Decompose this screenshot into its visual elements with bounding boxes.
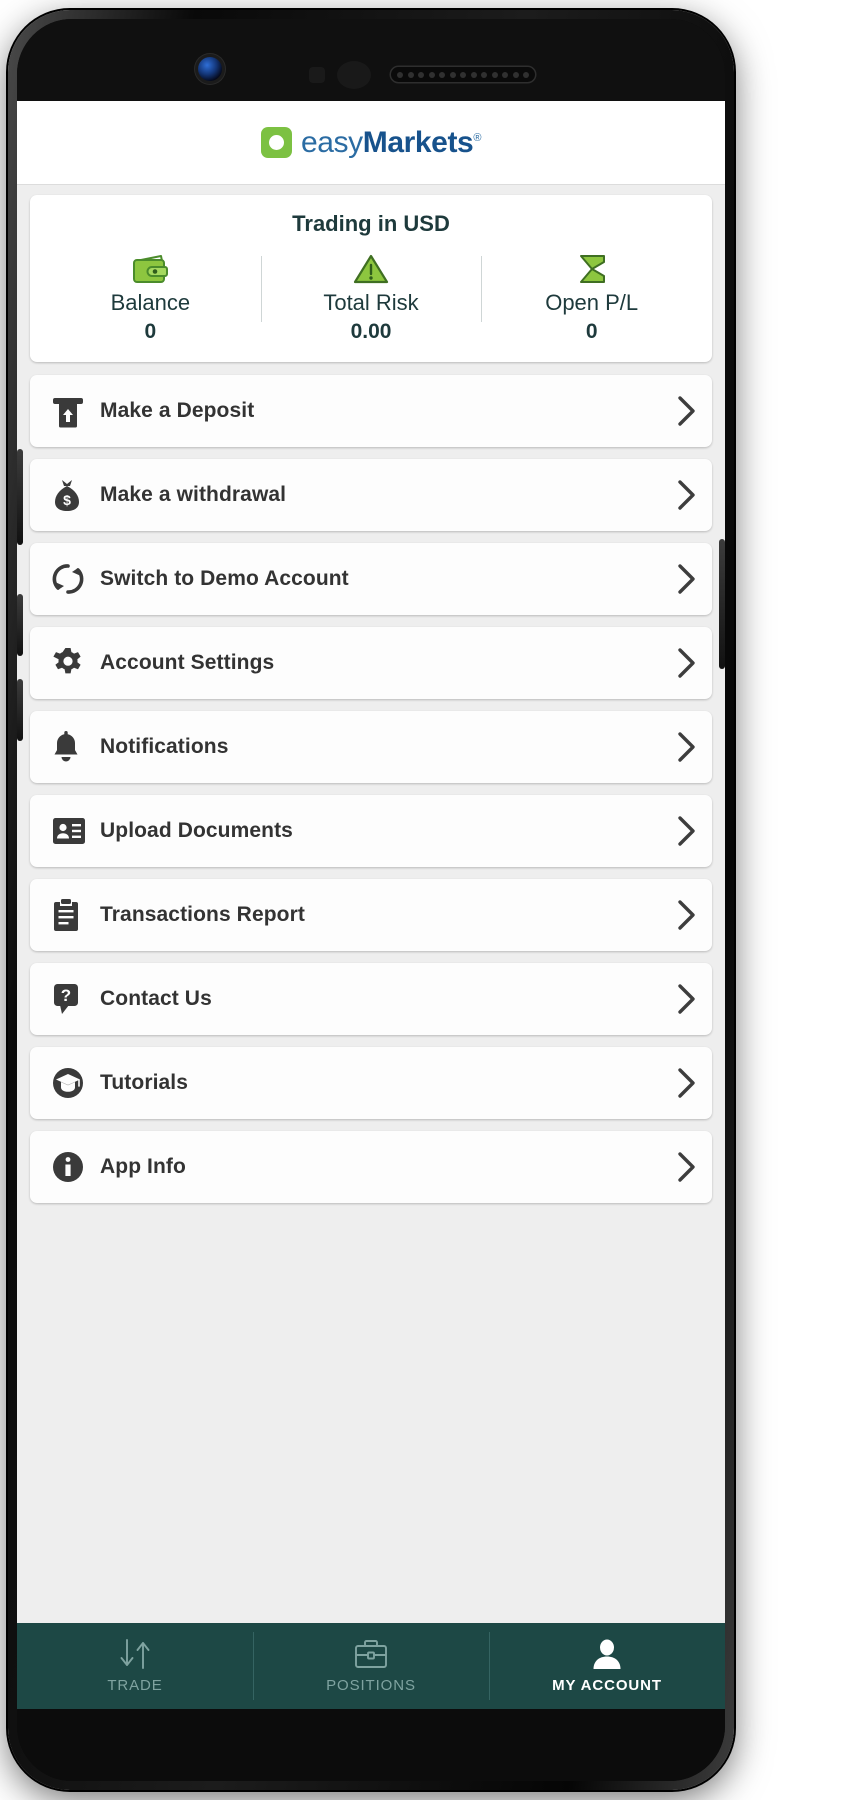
- question-bubble-icon: ?: [52, 982, 96, 1016]
- metric-value: 0: [144, 320, 157, 344]
- menu-item-label: Notifications: [100, 735, 229, 759]
- menu-item-app-info[interactable]: App Info: [30, 1131, 712, 1204]
- wallet-icon: [131, 252, 169, 286]
- svg-text:$: $: [63, 492, 71, 508]
- metric-balance: Balance 0: [40, 252, 261, 344]
- registered-mark: ®: [473, 131, 482, 144]
- deposit-atm-icon: [52, 394, 96, 428]
- phone-volume-up-button: [17, 594, 23, 656]
- phone-bottom-bezel: [17, 1709, 725, 1781]
- app-header: easyMarkets®: [17, 101, 725, 185]
- logo-text-markets: Markets: [362, 125, 474, 159]
- clipboard-icon: [52, 898, 96, 932]
- account-content: Trading in USD Balance 0 Total Risk 0.00…: [17, 185, 725, 1623]
- metric-label: Balance: [110, 290, 191, 315]
- menu-item-upload-documents[interactable]: Upload Documents: [30, 795, 712, 868]
- metric-label: Open P/L: [545, 290, 639, 315]
- phone-power-button: [719, 539, 725, 669]
- metric-value: 0.00: [350, 320, 392, 344]
- gear-icon: [52, 647, 96, 679]
- menu-item-label: Upload Documents: [100, 819, 293, 843]
- chevron-right-icon: [676, 647, 696, 679]
- graduation-cap-icon: [52, 1067, 96, 1099]
- chevron-right-icon: [676, 1151, 696, 1183]
- logo-mark-icon: [260, 127, 292, 158]
- chevron-right-icon: [676, 395, 696, 427]
- menu-item-notifications[interactable]: Notifications: [30, 711, 712, 784]
- chevron-right-icon: [676, 899, 696, 931]
- easymarkets-logo: easyMarkets®: [260, 125, 482, 159]
- metric-value: 0: [585, 320, 598, 344]
- warning-triangle-icon: [353, 252, 389, 286]
- menu-item-switch-to-demo-account[interactable]: Switch to Demo Account: [30, 543, 712, 616]
- person-icon: [591, 1638, 623, 1670]
- menu-item-label: Account Settings: [100, 651, 275, 675]
- menu-item-label: Transactions Report: [100, 903, 305, 927]
- logo-wordmark: easyMarkets®: [300, 125, 482, 159]
- metric-total-risk: Total Risk 0.00: [260, 252, 482, 344]
- switch-account-icon: [52, 562, 96, 596]
- menu-item-tutorials[interactable]: Tutorials: [30, 1047, 712, 1120]
- trading-currency-title: Trading in USD: [292, 211, 450, 236]
- info-circle-icon: [52, 1151, 96, 1183]
- menu-item-label: Make a withdrawal: [100, 483, 287, 507]
- tab-label: TRADE: [107, 1677, 163, 1694]
- briefcase-icon: [353, 1638, 389, 1670]
- menu-item-transactions-report[interactable]: Transactions Report: [30, 879, 712, 952]
- summary-metrics: Balance 0 Total Risk 0.00 Open P/L 0: [40, 252, 702, 344]
- menu-item-label: Tutorials: [100, 1071, 189, 1095]
- metric-label: Total Risk: [323, 290, 419, 315]
- app-screen: easyMarkets® Trading in USD Balance 0 To…: [17, 101, 725, 1709]
- menu-item-label: Switch to Demo Account: [100, 567, 349, 591]
- menu-item-label: Contact Us: [100, 987, 212, 1011]
- front-camera-icon: [198, 57, 222, 81]
- chevron-right-icon: [676, 1067, 696, 1099]
- tab-trade[interactable]: TRADE: [17, 1623, 253, 1709]
- phone-top-bezel: [17, 19, 725, 101]
- logo-text-easy: easy: [300, 125, 363, 159]
- bottom-tab-bar: TRADE POSITIONS MY ACCOUNT: [17, 1623, 725, 1709]
- bell-icon: [52, 730, 96, 764]
- tab-positions[interactable]: POSITIONS: [253, 1623, 489, 1709]
- chevron-right-icon: [676, 731, 696, 763]
- phone-volume-down-button: [17, 679, 23, 741]
- chevron-right-icon: [676, 563, 696, 595]
- phone-sim-tray: [17, 449, 23, 545]
- sigma-sum-icon: [574, 252, 610, 286]
- earpiece-speaker-icon: [391, 67, 535, 82]
- svg-text:?: ?: [61, 986, 71, 1005]
- proximity-sensor-icon: [309, 67, 325, 83]
- phone-screen-bezel: easyMarkets® Trading in USD Balance 0 To…: [17, 19, 725, 1781]
- money-bag-icon: $: [52, 478, 96, 512]
- ambient-light-sensor-icon: [337, 61, 371, 89]
- menu-item-label: App Info: [100, 1155, 186, 1179]
- metric-open-pl: Open P/L 0: [481, 252, 702, 344]
- menu-item-contact-us[interactable]: ? Contact Us: [30, 963, 712, 1036]
- tab-label: POSITIONS: [326, 1677, 416, 1694]
- chevron-right-icon: [676, 479, 696, 511]
- tab-label: MY ACCOUNT: [552, 1677, 662, 1694]
- menu-item-label: Make a Deposit: [100, 399, 255, 423]
- phone-device-frame: easyMarkets® Trading in USD Balance 0 To…: [8, 10, 734, 1790]
- account-menu-list: Make a Deposit $ Make a withdrawal Switc…: [30, 375, 712, 1204]
- id-card-icon: [52, 817, 96, 845]
- tab-my-account[interactable]: MY ACCOUNT: [489, 1623, 725, 1709]
- chevron-right-icon: [676, 815, 696, 847]
- menu-item-make-a-withdrawal[interactable]: $ Make a withdrawal: [30, 459, 712, 532]
- account-summary-card: Trading in USD Balance 0 Total Risk 0.00…: [30, 195, 712, 363]
- arrows-down-up-icon: [114, 1638, 156, 1670]
- menu-item-make-a-deposit[interactable]: Make a Deposit: [30, 375, 712, 448]
- menu-item-account-settings[interactable]: Account Settings: [30, 627, 712, 700]
- chevron-right-icon: [676, 983, 696, 1015]
